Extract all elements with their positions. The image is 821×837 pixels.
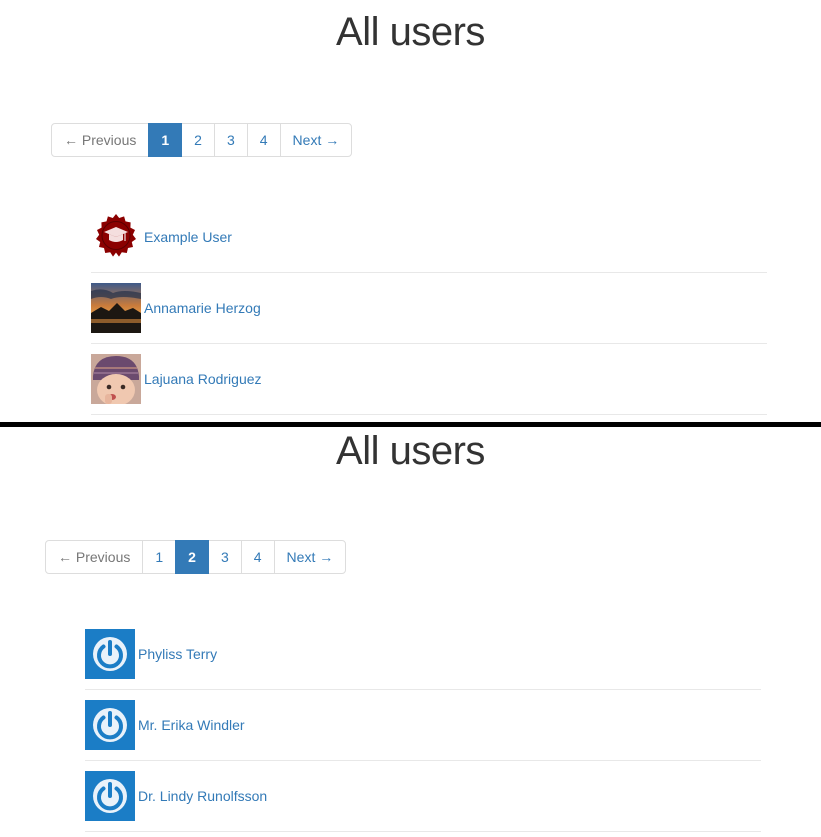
user-name-link[interactable]: Mr. Erika Windler — [138, 717, 245, 733]
user-name-link[interactable]: Phyliss Terry — [138, 646, 217, 662]
page-4-link[interactable]: 4 — [240, 540, 275, 574]
next-page-link[interactable]: Next → — [279, 123, 353, 157]
page-3-link[interactable]: 3 — [207, 540, 242, 574]
page-1-link[interactable]: 1 — [142, 540, 177, 574]
user-name-link[interactable]: Annamarie Herzog — [144, 300, 261, 316]
previous-page-link[interactable]: ← Previous — [45, 540, 144, 574]
previous-page-link[interactable]: ← Previous — [51, 123, 150, 157]
users-page-screenshot-1: All users ← Previous 1 2 3 4 Next → Exam… — [0, 0, 821, 422]
list-item: Phyliss Terry — [85, 619, 761, 690]
page-4-link[interactable]: 4 — [246, 123, 281, 157]
user-name-link[interactable]: Dr. Lindy Runolfsson — [138, 788, 267, 804]
child-photo-avatar[interactable] — [91, 354, 141, 404]
list-item: Lajuana Rodriguez — [91, 344, 767, 415]
page-3-link[interactable]: 3 — [213, 123, 248, 157]
page-title: All users — [336, 429, 485, 473]
power-icon[interactable] — [85, 629, 135, 679]
user-name-link[interactable]: Example User — [144, 229, 232, 245]
users-page-screenshot-2: All users ← Previous 1 2 3 4 Next → Phyl… — [0, 427, 821, 837]
list-item: Dr. Lindy Runolfsson — [85, 761, 761, 832]
page-2-link[interactable]: 2 — [181, 123, 215, 157]
page-1-link[interactable]: 1 — [148, 123, 183, 157]
graduation-seal-avatar[interactable] — [91, 212, 141, 262]
next-page-link[interactable]: Next → — [273, 540, 347, 574]
user-name-link[interactable]: Lajuana Rodriguez — [144, 371, 262, 387]
user-list: Example User Annamarie Herzog Lajuana Ro… — [91, 202, 767, 415]
page-title: All users — [336, 10, 485, 54]
power-icon[interactable] — [85, 771, 135, 821]
pagination: ← Previous 1 2 3 4 Next → — [51, 123, 353, 157]
list-item: Example User — [91, 202, 767, 273]
sunset-photo-avatar[interactable] — [91, 283, 141, 333]
list-item: Mr. Erika Windler — [85, 690, 761, 761]
user-list: Phyliss Terry Mr. Erika Windler Dr. Lind… — [85, 619, 761, 832]
page-2-link[interactable]: 2 — [175, 540, 209, 574]
list-item: Annamarie Herzog — [91, 273, 767, 344]
pagination: ← Previous 1 2 3 4 Next → — [45, 540, 347, 574]
power-icon[interactable] — [85, 700, 135, 750]
